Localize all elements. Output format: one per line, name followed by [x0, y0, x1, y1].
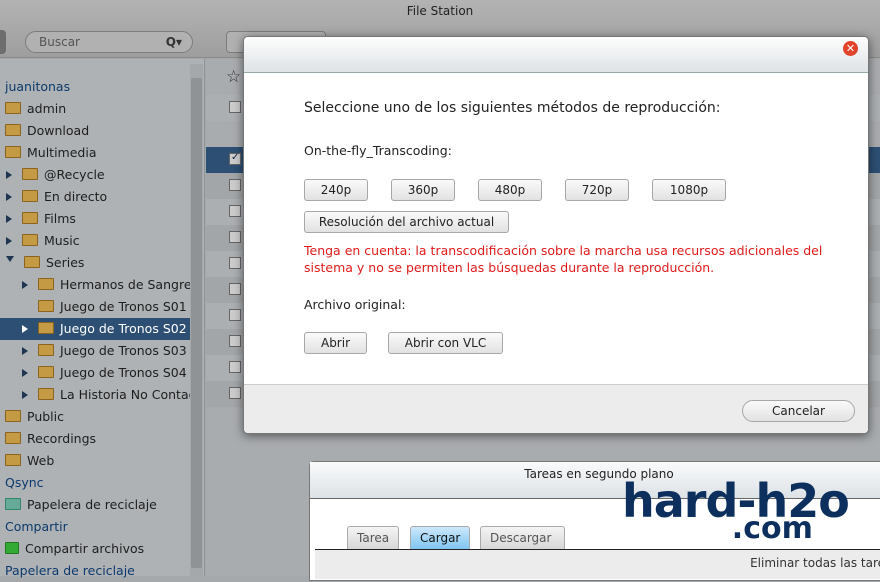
- folder-icon: [22, 234, 38, 246]
- row-checkbox[interactable]: [229, 179, 241, 191]
- window-title: File Station: [406, 4, 474, 18]
- open-with-vlc-button[interactable]: Abrir con VLC: [388, 332, 503, 354]
- sidebar-item[interactable]: La Historia No Contad: [22, 384, 197, 406]
- expand-arrow-icon[interactable]: [6, 215, 12, 223]
- sidebar-item[interactable]: @Recycle: [6, 164, 105, 186]
- resolution-360p-button[interactable]: 360p: [391, 179, 455, 201]
- back-button[interactable]: [0, 30, 6, 54]
- folder-icon: [38, 278, 54, 290]
- sidebar-scrollbar-thumb[interactable]: [191, 78, 202, 568]
- expand-arrow-icon[interactable]: [6, 237, 12, 245]
- folder-icon: [5, 432, 21, 444]
- folder-icon: [22, 212, 38, 224]
- folder-icon: [38, 300, 54, 312]
- clear-all-tasks-button[interactable]: Eliminar todas las tare: [315, 549, 880, 579]
- open-button[interactable]: Abrir: [304, 332, 367, 354]
- expand-arrow-icon[interactable]: [22, 325, 28, 333]
- folder-icon: [38, 322, 54, 334]
- dialog-header: [244, 37, 868, 73]
- folder-icon: [38, 388, 54, 400]
- sidebar-section-header[interactable]: juanitonas: [5, 76, 70, 98]
- transcoding-warning: Tenga en cuenta: la transcodificación so…: [304, 243, 823, 275]
- sidebar-item[interactable]: Compartir archivos: [5, 538, 144, 560]
- folder-icon: [38, 366, 54, 378]
- sidebar-section-header[interactable]: Compartir: [5, 516, 68, 538]
- expand-arrow-icon[interactable]: [22, 369, 28, 377]
- expand-arrow-icon[interactable]: [6, 193, 12, 201]
- row-checkbox[interactable]: [229, 205, 241, 217]
- transcoding-label: On-the-fly_Transcoding:: [304, 143, 452, 158]
- recycle-bin-icon: [5, 498, 21, 510]
- row-checkbox[interactable]: [229, 257, 241, 269]
- sidebar-item[interactable]: admin: [5, 98, 66, 120]
- sidebar-item[interactable]: Hermanos de Sangre: [22, 274, 192, 296]
- folder-icon: [5, 102, 21, 114]
- sidebar-section-header[interactable]: Papelera de reciclaje: [5, 560, 135, 582]
- sidebar-item[interactable]: Juego de Tronos S04: [22, 362, 187, 384]
- sidebar-item[interactable]: Series: [6, 252, 84, 274]
- search-input[interactable]: Buscar Q▾: [25, 31, 193, 53]
- search-icon[interactable]: Q▾: [166, 32, 182, 52]
- sidebar-section-header[interactable]: Qsync: [5, 472, 44, 494]
- folder-icon: [22, 190, 38, 202]
- folder-icon: [5, 410, 21, 422]
- resolution-720p-button[interactable]: 720p: [565, 179, 629, 201]
- expand-arrow-icon[interactable]: [22, 347, 28, 355]
- row-checkbox[interactable]: [229, 335, 241, 347]
- expand-arrow-icon[interactable]: [22, 391, 28, 399]
- dialog-prompt: Seleccione uno de los siguientes métodos…: [304, 100, 721, 116]
- share-icon: [5, 542, 19, 554]
- sidebar-item[interactable]: Papelera de reciclaje: [5, 494, 157, 516]
- row-checkbox[interactable]: ✓: [229, 152, 241, 165]
- original-file-label: Archivo original:: [304, 297, 406, 312]
- expand-arrow-icon[interactable]: [22, 281, 28, 289]
- tab-tarea[interactable]: Tarea: [347, 526, 400, 550]
- sidebar-item[interactable]: En directo: [6, 186, 107, 208]
- favorite-star-icon[interactable]: ☆: [226, 67, 241, 87]
- sidebar-item[interactable]: Public: [5, 406, 64, 428]
- current-resolution-button[interactable]: Resolución del archivo actual: [304, 211, 509, 233]
- sidebar-item[interactable]: Juego de Tronos S01: [22, 296, 187, 318]
- sidebar-item[interactable]: Multimedia: [5, 142, 97, 164]
- sidebar-item[interactable]: Juego de Tronos S02: [0, 318, 190, 340]
- resolution-240p-button[interactable]: 240p: [304, 179, 368, 201]
- tab-descargar[interactable]: Descargar: [480, 526, 565, 550]
- sidebar-item[interactable]: Films: [6, 208, 76, 230]
- collapse-arrow-icon[interactable]: [6, 256, 14, 266]
- sidebar-item[interactable]: Web: [5, 450, 54, 472]
- resolution-1080p-button[interactable]: 1080p: [652, 179, 726, 201]
- row-checkbox[interactable]: [229, 231, 241, 243]
- playback-method-dialog: ✕ Seleccione uno de los siguientes métod…: [243, 36, 869, 434]
- row-checkbox[interactable]: [229, 387, 241, 399]
- sidebar-item[interactable]: Download: [5, 120, 89, 142]
- close-icon[interactable]: ✕: [843, 41, 858, 56]
- sidebar: juanitonas admin Download Multimedia @Recycl…: [0, 59, 205, 578]
- folder-icon: [5, 454, 21, 466]
- cancel-button[interactable]: Cancelar: [742, 400, 855, 422]
- folder-icon: [5, 124, 21, 136]
- row-checkbox[interactable]: [229, 309, 241, 321]
- folder-icon: [22, 168, 38, 180]
- row-checkbox[interactable]: [229, 101, 241, 113]
- tab-cargar[interactable]: Cargar: [410, 526, 471, 550]
- dialog-footer: Cancelar: [244, 384, 868, 433]
- sidebar-item[interactable]: Juego de Tronos S03: [22, 340, 187, 362]
- sidebar-item[interactable]: Music: [6, 230, 80, 252]
- row-checkbox[interactable]: [229, 283, 241, 295]
- expand-arrow-icon[interactable]: [6, 171, 12, 179]
- sidebar-item[interactable]: Recordings: [5, 428, 96, 450]
- watermark-logo: hard-h2o .com: [622, 474, 850, 546]
- row-checkbox[interactable]: [229, 361, 241, 373]
- folder-icon: [5, 146, 21, 158]
- folder-icon: [24, 256, 40, 268]
- folder-icon: [38, 344, 54, 356]
- resolution-480p-button[interactable]: 480p: [478, 179, 542, 201]
